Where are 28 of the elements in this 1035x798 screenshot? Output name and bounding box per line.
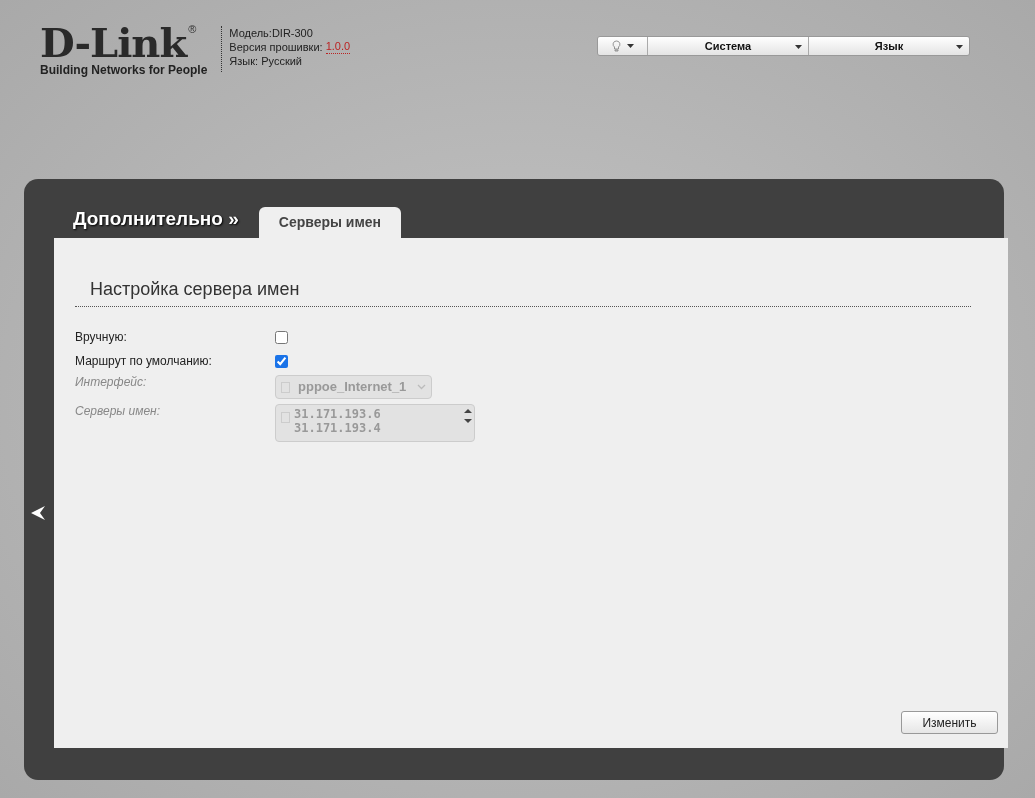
lightbulb-icon	[611, 40, 621, 52]
caret-icon	[795, 45, 802, 49]
tips-menu-button[interactable]	[598, 37, 647, 55]
field-label: Маршрут по умолчанию:	[75, 354, 213, 368]
back-arrow-icon[interactable]	[31, 506, 46, 520]
menu-dropdown-button[interactable]: Система	[647, 37, 808, 55]
spinner-arrows-icon	[464, 408, 472, 426]
textarea-value: 31.171.193.6 31.171.193.4	[294, 407, 381, 435]
section-title: Настройка сервера имен	[90, 279, 300, 299]
firmware-label: Версия прошивки:	[229, 40, 324, 54]
field-label: Серверы имен:	[75, 404, 162, 418]
tab[interactable]: Серверы имен	[258, 207, 402, 238]
caret-icon	[626, 44, 634, 48]
checkbox[interactable]	[275, 330, 288, 344]
apply-button[interactable]: Изменить	[901, 711, 998, 734]
chevron-down-icon	[417, 384, 426, 390]
checkbox[interactable]	[275, 354, 288, 368]
caret-icon	[956, 45, 963, 49]
logo-tagline: Building Networks for People	[40, 63, 208, 77]
breadcrumb: Дополнительно »	[73, 206, 239, 231]
field-label: Интерфейс:	[75, 375, 148, 389]
select-value: pppoe_Internet_1	[298, 378, 408, 397]
menu-dropdown-button[interactable]: Язык	[808, 37, 969, 55]
logo-wordmark: D-Link	[40, 24, 187, 62]
device-info-text: Модель:DIR-300	[229, 26, 314, 40]
field-label: Вручную:	[75, 330, 128, 344]
device-info-text: Язык: Русский	[229, 54, 303, 68]
registered-mark: ®	[188, 24, 197, 35]
